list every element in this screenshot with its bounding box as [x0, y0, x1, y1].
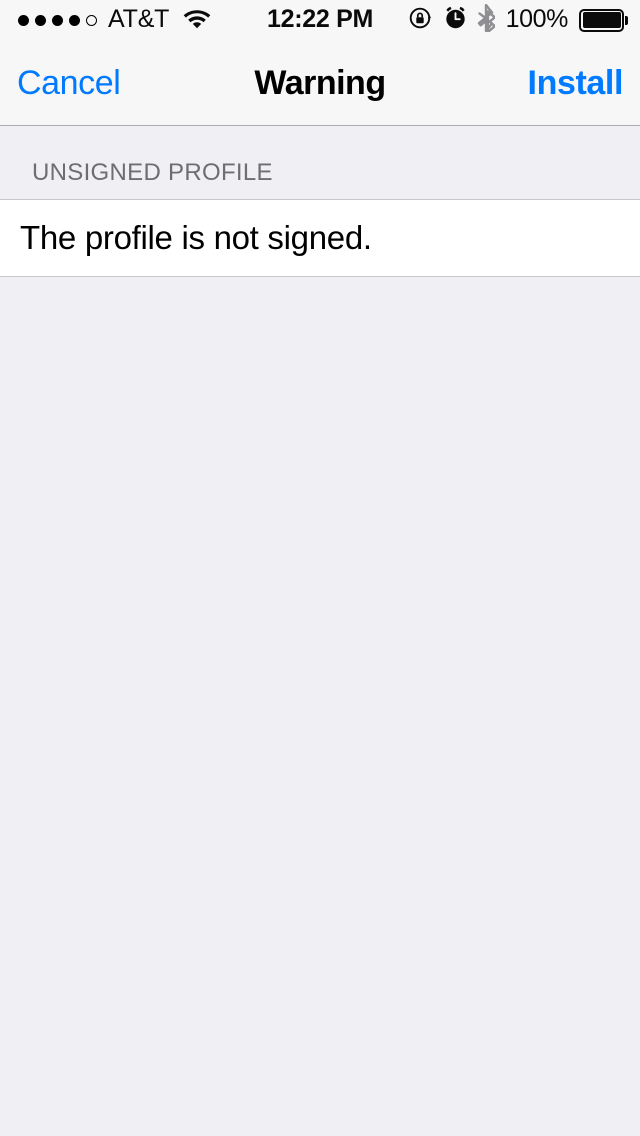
status-bar-right: 100% [408, 0, 628, 40]
signal-dot-2 [35, 14, 46, 26]
signal-dot-5 [86, 14, 97, 26]
install-button[interactable]: Install [528, 66, 624, 100]
battery-percentage-label: 100% [505, 4, 569, 33]
alarm-clock-icon [443, 5, 468, 35]
main-content: UNSIGNED PROFILE The profile is not sign… [0, 126, 640, 1136]
wifi-icon [182, 6, 212, 34]
battery-nub [624, 15, 628, 25]
signal-dot-4 [69, 14, 80, 26]
battery-icon [579, 8, 628, 32]
cellular-signal-dots [18, 14, 97, 26]
signal-dot-1 [18, 14, 29, 26]
table-section: The profile is not signed. [0, 199, 640, 277]
status-bar: AT&T 12:22 PM 100% [0, 0, 640, 40]
table-row-label: The profile is not signed. [20, 218, 372, 256]
signal-dot-3 [52, 14, 63, 26]
section-header-unsigned-profile: UNSIGNED PROFILE [32, 159, 273, 186]
rotation-lock-icon [408, 5, 434, 36]
bluetooth-icon [477, 3, 496, 37]
battery-fill [582, 12, 621, 28]
phone-screen: AT&T 12:22 PM 100% Cancel Warning Instal… [0, 0, 640, 1136]
carrier-label: AT&T [108, 4, 170, 33]
status-bar-left: AT&T [18, 0, 212, 40]
table-row[interactable]: The profile is not signed. [0, 200, 640, 276]
status-bar-clock: 12:22 PM [267, 4, 373, 33]
navigation-bar: Cancel Warning Install [0, 40, 640, 126]
